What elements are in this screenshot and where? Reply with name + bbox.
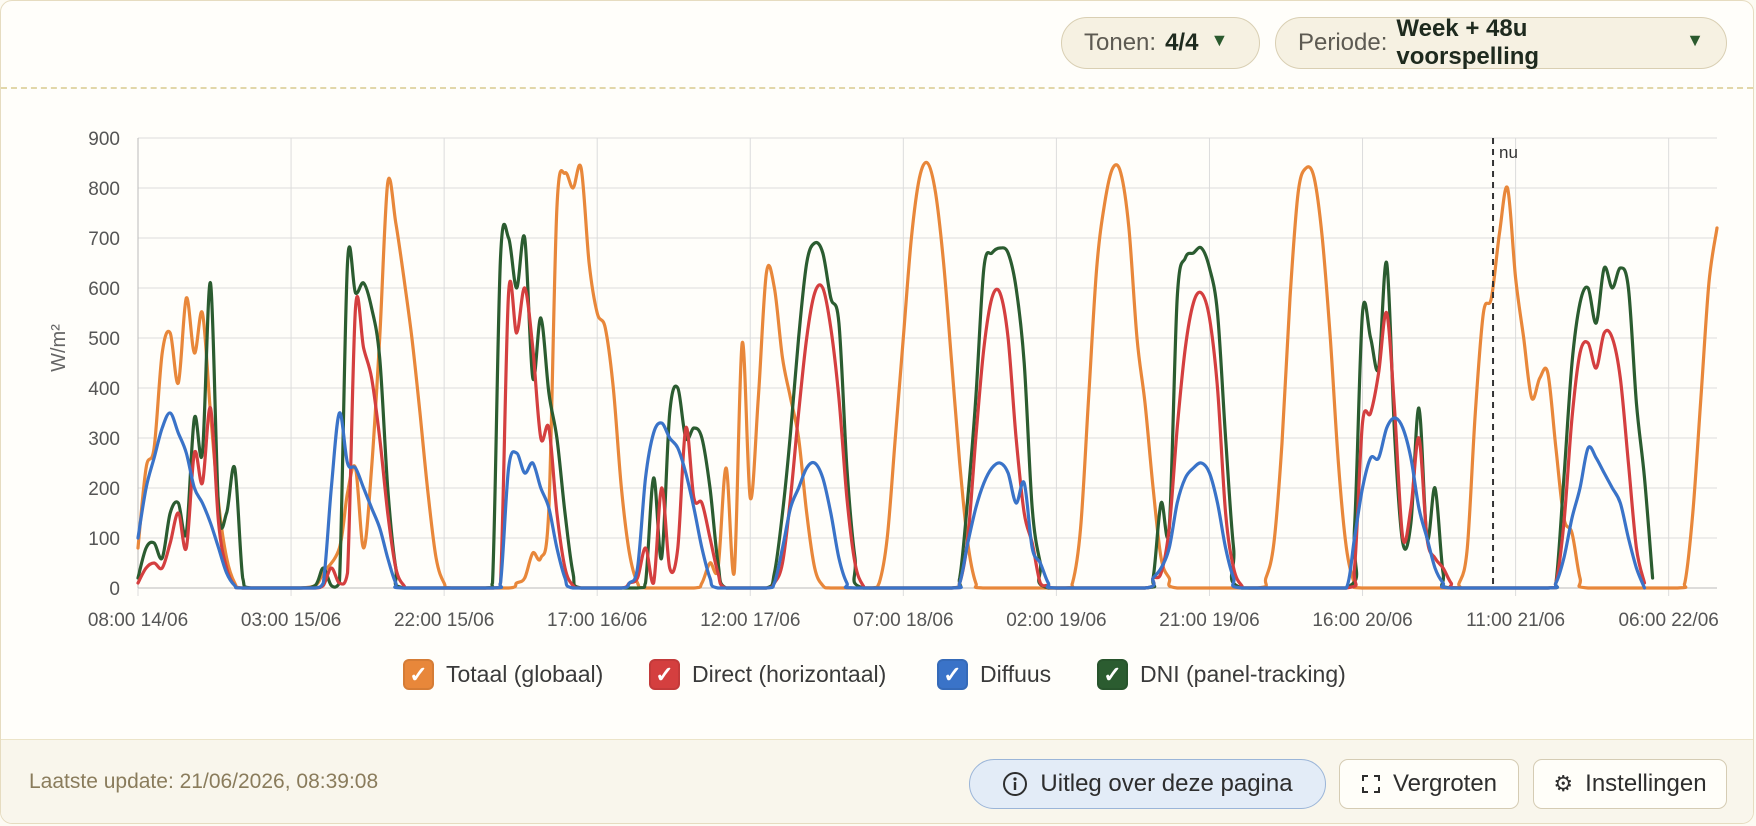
y-tick-label: 700 xyxy=(88,229,120,250)
x-tick-label: 17:00 16/06 xyxy=(547,610,647,631)
y-tick-label: 400 xyxy=(88,379,120,400)
info-icon xyxy=(1002,771,1028,797)
series-line-totaal xyxy=(136,160,1719,590)
tones-dropdown[interactable]: Tonen: 4/4 ▼ xyxy=(1061,17,1260,69)
x-tick-label: 02:00 19/06 xyxy=(1006,610,1106,631)
info-button-label: Uitleg over deze pagina xyxy=(1040,770,1293,797)
card-footer: Laatste update: 21/06/2026, 08:39:08 Uit… xyxy=(1,739,1753,823)
legend-item-dni[interactable]: ✓ DNI (panel-tracking) xyxy=(1097,659,1346,690)
expand-icon xyxy=(1361,774,1381,794)
irradiance-chart: 0 100 200 300 400 500 600 700 800 900 08:00 14/06… xyxy=(48,129,1719,631)
legend-item-diffuus[interactable]: ✓ Diffuus xyxy=(937,659,1051,690)
enlarge-button-label: Vergroten xyxy=(1392,770,1498,797)
checkbox-checked-icon: ✓ xyxy=(649,659,680,690)
y-tick-label: 300 xyxy=(88,429,120,450)
x-axis-ticks: 08:00 14/06 03:00 15/06 22:00 15/06 17:00 1… xyxy=(88,610,1719,631)
chevron-down-icon: ▼ xyxy=(1686,29,1704,50)
y-axis-label: W/m² xyxy=(48,324,70,372)
last-update-text: Laatste update: 21/06/2026, 08:39:08 xyxy=(29,770,379,793)
x-tick-label: 12:00 17/06 xyxy=(700,610,800,631)
legend-label: Direct (horizontaal) xyxy=(692,661,887,687)
legend-label: DNI (panel-tracking) xyxy=(1140,661,1346,687)
checkbox-checked-icon: ✓ xyxy=(403,659,434,690)
x-tick-label: 03:00 15/06 xyxy=(241,610,341,631)
tones-label: Tonen: xyxy=(1084,29,1157,56)
info-button[interactable]: Uitleg over deze pagina xyxy=(969,759,1326,809)
period-label: Periode: xyxy=(1298,29,1388,56)
x-tick-label: 16:00 20/06 xyxy=(1312,610,1412,631)
x-tick-label: 07:00 18/06 xyxy=(853,610,953,631)
y-tick-label: 800 xyxy=(88,179,120,200)
chart-area: 0 100 200 300 400 500 600 700 800 900 08:00 14/06… xyxy=(1,87,1753,739)
tones-value: 4/4 xyxy=(1165,29,1199,56)
irradiance-card: Tonen: 4/4 ▼ Periode: Week + 48u voorspe… xyxy=(0,0,1754,824)
x-tick-label: 08:00 14/06 xyxy=(88,610,188,631)
x-tick-label: 11:00 21/06 xyxy=(1466,610,1565,631)
legend-item-totaal[interactable]: ✓ Totaal (globaal) xyxy=(403,659,603,690)
now-label: nu xyxy=(1499,143,1518,162)
gear-icon: ⚙ xyxy=(1553,771,1574,796)
chevron-down-icon: ▼ xyxy=(1210,29,1229,50)
y-tick-label: 0 xyxy=(109,579,120,600)
x-tick-label: 22:00 15/06 xyxy=(394,610,494,631)
settings-button-label: Instellingen xyxy=(1585,770,1707,797)
y-tick-label: 900 xyxy=(88,129,120,150)
checkbox-checked-icon: ✓ xyxy=(1097,659,1128,690)
y-tick-label: 500 xyxy=(88,329,120,350)
legend-label: Totaal (globaal) xyxy=(446,661,604,687)
checkbox-checked-icon: ✓ xyxy=(937,659,968,690)
period-value: Week + 48u voorspelling xyxy=(1396,15,1540,70)
series-lines xyxy=(136,160,1719,590)
grid-lines xyxy=(137,137,1717,596)
chart-toolbar: Tonen: 4/4 ▼ Periode: Week + 48u voorspe… xyxy=(1,1,1753,89)
now-marker: nu xyxy=(1492,138,1518,588)
x-tick-label: 21:00 19/06 xyxy=(1159,610,1259,631)
y-tick-label: 100 xyxy=(88,529,120,550)
legend-label: Diffuus xyxy=(980,661,1052,687)
period-dropdown[interactable]: Periode: Week + 48u voorspelling ▼ xyxy=(1275,15,1727,70)
settings-button[interactable]: ⚙ Instellingen xyxy=(1533,759,1727,809)
y-tick-label: 600 xyxy=(88,279,120,300)
y-axis-ticks: 0 100 200 300 400 500 600 700 800 900 xyxy=(88,129,120,600)
series-line-direct xyxy=(136,279,1647,590)
x-tick-label: 06:00 22/06 xyxy=(1618,610,1718,631)
legend-item-direct[interactable]: ✓ Direct (horizontaal) xyxy=(649,659,886,690)
y-tick-label: 200 xyxy=(88,479,120,500)
chart-legend: ✓ Totaal (globaal) ✓ Direct (horizontaal… xyxy=(1,659,1753,699)
enlarge-button[interactable]: Vergroten xyxy=(1339,759,1519,809)
